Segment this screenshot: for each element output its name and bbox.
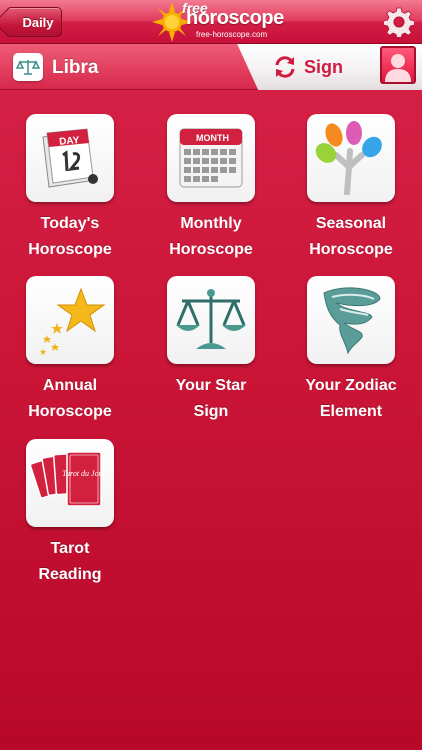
libra-scales-icon xyxy=(167,276,255,364)
day-calendar-icon: DAY xyxy=(26,114,114,202)
libra-badge xyxy=(13,53,43,81)
change-sign-button[interactable]: Sign xyxy=(272,52,352,82)
logo-url-text: free-horoscope.com xyxy=(196,30,268,39)
back-button-label: Daily xyxy=(22,14,54,30)
tile-label: Today's Horoscope xyxy=(28,215,112,258)
whirlwind-icon xyxy=(307,276,395,364)
tile-monthly-horoscope[interactable]: MONTH Monthly Horoscope xyxy=(141,114,281,263)
tarot-cards-icon: Tarot du Jour xyxy=(26,439,114,527)
tile-label: Your Star Sign xyxy=(175,377,247,420)
tile-label: Monthly Horoscope xyxy=(169,215,253,258)
tile-annual-horoscope[interactable]: Annual Horoscope xyxy=(0,276,140,425)
tile-your-star-sign[interactable]: Your Star Sign xyxy=(141,276,281,425)
month-calendar-icon: MONTH xyxy=(167,114,255,202)
tile-label: Tarot Reading xyxy=(38,540,102,583)
seasonal-tree-icon xyxy=(307,114,395,202)
settings-gear-icon[interactable] xyxy=(384,7,414,37)
tile-tarot-reading[interactable]: Tarot du Jour Tarot Reading xyxy=(0,439,140,588)
profile-button[interactable] xyxy=(380,46,416,84)
back-button-daily[interactable]: Daily xyxy=(6,7,62,37)
user-silhouette-icon xyxy=(385,54,411,82)
tarot-card-text: Tarot du Jour xyxy=(62,469,106,478)
month-calendar-text: MONTH xyxy=(196,133,229,143)
app-logo: free horoscope free-horoscope.com xyxy=(148,0,284,44)
current-sign-label: Libra xyxy=(52,57,99,78)
tile-label: Seasonal Horoscope xyxy=(309,215,393,258)
tile-todays-horoscope[interactable]: DAY Today's Horoscope xyxy=(0,114,140,263)
tile-label: Annual Horoscope xyxy=(28,377,112,420)
tile-label: Your Zodiac Element xyxy=(305,377,397,420)
tile-your-zodiac-element[interactable]: Your Zodiac Element xyxy=(281,276,421,425)
tile-seasonal-horoscope[interactable]: Seasonal Horoscope xyxy=(281,114,421,263)
top-nav-bar: Daily free horoscope free-horoscope.com xyxy=(0,0,422,44)
refresh-arrows-icon xyxy=(275,56,295,78)
logo-horoscope-text: horoscope xyxy=(186,7,284,29)
sign-button-label: Sign xyxy=(304,56,343,77)
day-calendar-text: DAY xyxy=(59,135,80,148)
libra-scales-small-icon xyxy=(16,60,40,75)
star-icon xyxy=(26,276,114,364)
